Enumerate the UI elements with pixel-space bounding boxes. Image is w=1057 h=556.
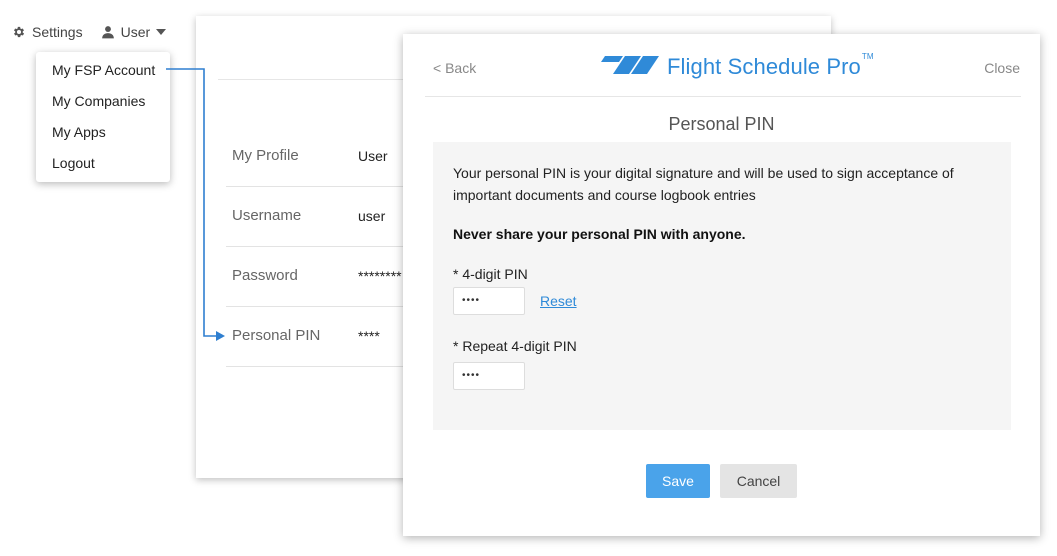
profile-row-value: user <box>358 208 386 224</box>
fsp-logo-icon <box>595 52 661 81</box>
user-icon <box>101 25 115 39</box>
personal-pin-modal: < Back Flight Schedule ProTM Close Perso… <box>403 34 1040 536</box>
settings-menu[interactable]: Settings <box>12 24 83 40</box>
back-button[interactable]: < Back <box>433 60 476 76</box>
logo-text: Flight Schedule ProTM <box>667 51 874 80</box>
reset-link[interactable]: Reset <box>540 293 577 309</box>
user-menu[interactable]: User <box>101 24 167 40</box>
save-button[interactable]: Save <box>646 464 710 498</box>
logo-text-label: Flight Schedule Pro <box>667 53 861 79</box>
menu-item-logout[interactable]: Logout <box>36 151 170 182</box>
profile-row-value: ******** <box>358 268 402 284</box>
top-nav: Settings User <box>12 24 167 40</box>
settings-label: Settings <box>32 24 83 40</box>
modal-title: Personal PIN <box>668 114 775 134</box>
pin-description: Your personal PIN is your digital signat… <box>453 165 954 203</box>
gear-icon <box>12 25 26 39</box>
menu-item-my-companies[interactable]: My Companies <box>36 89 170 120</box>
modal-divider <box>425 96 1021 97</box>
repeat-pin-label: * Repeat 4-digit PIN <box>453 338 577 354</box>
pin-form: Your personal PIN is your digital signat… <box>433 142 1011 430</box>
logo-tm: TM <box>861 51 874 61</box>
cancel-button[interactable]: Cancel <box>720 464 797 498</box>
repeat-pin-input[interactable]: •••• <box>453 362 525 390</box>
user-dropdown-menu: My FSP Account My Companies My Apps Logo… <box>36 52 170 182</box>
menu-item-my-fsp-account[interactable]: My FSP Account <box>36 58 170 89</box>
caret-down-icon <box>156 29 167 35</box>
profile-row-value: **** <box>358 328 380 344</box>
user-label: User <box>120 24 151 40</box>
menu-item-my-apps[interactable]: My Apps <box>36 120 170 151</box>
pin-input[interactable]: •••• <box>453 287 525 315</box>
profile-row-value: User <box>358 148 388 164</box>
profile-row-label: Personal PIN <box>232 327 321 344</box>
pin-label: * 4-digit PIN <box>453 266 528 282</box>
profile-row-label: My Profile <box>232 147 299 164</box>
profile-row-label: Password <box>232 267 298 284</box>
profile-row-label: Username <box>232 207 302 224</box>
close-button[interactable]: Close <box>984 60 1020 76</box>
pin-warning: Never share your personal PIN with anyon… <box>453 226 746 242</box>
fsp-logo: Flight Schedule ProTM <box>595 52 874 81</box>
